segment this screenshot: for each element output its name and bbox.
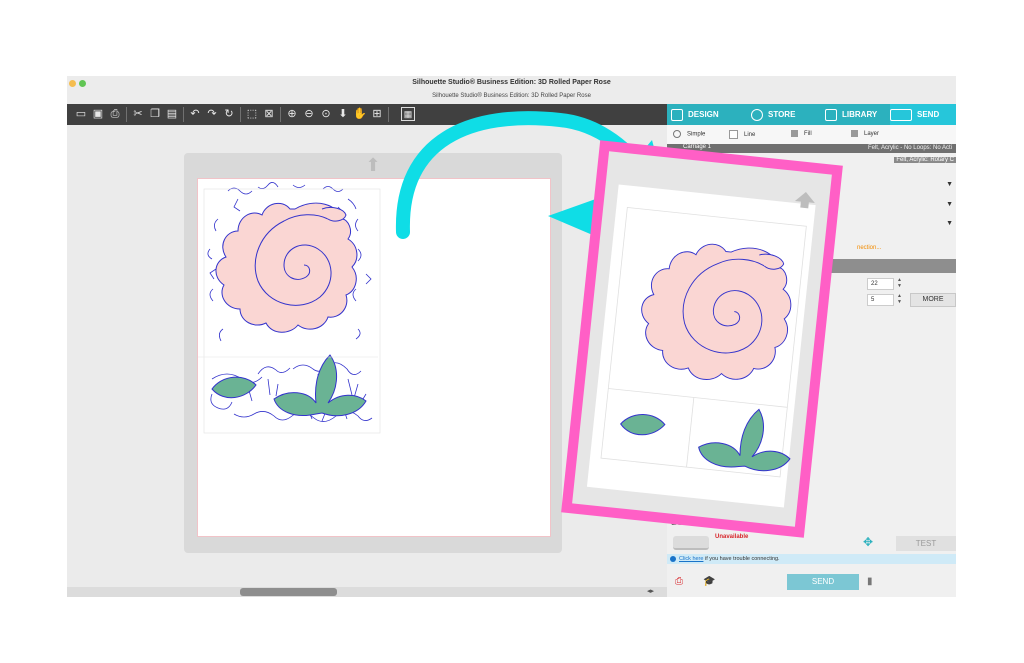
zoomed-preview [561,140,843,538]
annotation-overlay [395,111,843,538]
